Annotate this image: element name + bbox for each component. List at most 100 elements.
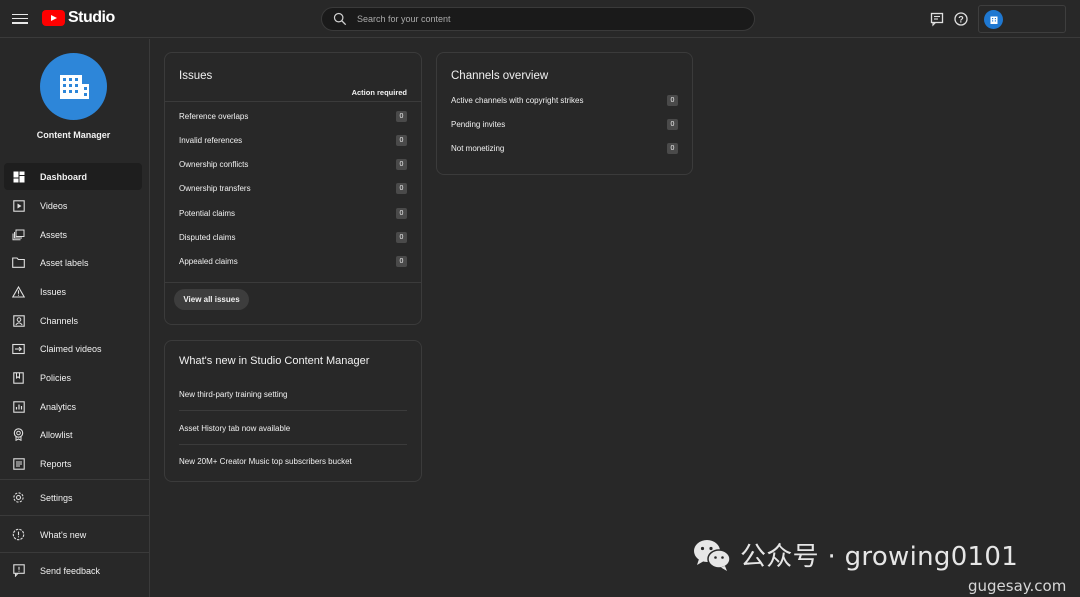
channel-row-pending-invites[interactable]: Pending invites 0 [451, 117, 678, 131]
channel-name: Content Manager [36, 130, 111, 140]
sidebar-item-label: Analytics [40, 401, 77, 412]
channel-stat-label: Not monetizing [451, 143, 505, 153]
count-badge: 0 [396, 110, 407, 122]
issue-row-reference-overlaps[interactable]: Reference overlaps 0 [179, 109, 407, 123]
channels-overview-title: Channels overview [451, 70, 549, 82]
issue-row-invalid-references[interactable]: Invalid references 0 [179, 133, 407, 147]
issue-row-potential-claims[interactable]: Potential claims 0 [179, 206, 407, 220]
badge-icon [12, 428, 25, 441]
sidebar-item-issues[interactable]: Issues [4, 278, 142, 305]
issues-title: Issues [179, 70, 213, 82]
sidebar-item-videos[interactable]: Videos [4, 192, 142, 219]
analytics-icon [12, 400, 25, 413]
news-item[interactable]: New third-party training setting [179, 378, 407, 411]
count-badge: 0 [396, 255, 407, 267]
sidebar: Content Manager Dashboard Videos Assets … [0, 39, 150, 597]
sidebar-item-analytics[interactable]: Analytics [4, 393, 142, 420]
sidebar-item-label: Claimed videos [40, 343, 102, 354]
sidebar-item-label: Videos [40, 200, 68, 211]
search-input[interactable] [357, 14, 737, 24]
count-badge: 0 [396, 231, 407, 243]
folder-icon [12, 256, 25, 269]
view-all-issues-button[interactable]: View all issues [174, 289, 249, 310]
channel-stat-label: Pending invites [451, 119, 506, 129]
sidebar-item-label: Issues [40, 286, 67, 297]
svg-text:?: ? [958, 14, 964, 24]
sidebar-item-channels[interactable]: Channels [4, 307, 142, 334]
channel-avatar[interactable] [40, 53, 107, 120]
news-item[interactable]: Asset History tab now available [179, 412, 407, 445]
sidebar-item-reports[interactable]: Reports [4, 450, 142, 477]
count-badge: 0 [667, 142, 678, 154]
send-feedback-icon [12, 564, 25, 577]
videos-icon [12, 199, 25, 212]
sidebar-item-assets[interactable]: Assets [4, 221, 142, 248]
issue-label: Potential claims [179, 208, 236, 218]
sidebar-item-label: Settings [40, 492, 73, 503]
sidebar-divider [0, 479, 149, 480]
issue-row-appealed-claims[interactable]: Appealed claims 0 [179, 254, 407, 268]
action-required-header: Action required [351, 88, 407, 97]
sidebar-item-send-feedback[interactable]: Send feedback [4, 557, 142, 584]
reports-icon [12, 457, 25, 470]
issue-row-ownership-transfers[interactable]: Ownership transfers 0 [179, 181, 407, 195]
sidebar-divider [0, 552, 149, 553]
count-badge: 0 [667, 94, 678, 106]
logo-text: Studio [68, 9, 115, 26]
channel-row-copyright-strikes[interactable]: Active channels with copyright strikes 0 [451, 93, 678, 107]
sidebar-item-label: Send feedback [40, 565, 101, 576]
sidebar-item-allowlist[interactable]: Allowlist [4, 421, 142, 448]
watermark: 公众号 · growing0101 [692, 536, 1018, 573]
watermark-text: 公众号 · growing0101 [740, 542, 1019, 572]
sidebar-item-label: Policies [40, 372, 72, 383]
channel-row-not-monetizing[interactable]: Not monetizing 0 [451, 141, 678, 155]
issue-label: Reference overlaps [179, 111, 249, 121]
studio-logo[interactable]: Studio [42, 9, 115, 27]
divider [165, 101, 421, 102]
whats-new-title: What's new in Studio Content Manager [179, 355, 370, 367]
issue-label: Disputed claims [179, 232, 236, 242]
claimed-icon [12, 342, 25, 355]
sidebar-item-label: Dashboard [40, 171, 88, 182]
sidebar-item-label: Allowlist [40, 429, 73, 440]
issue-row-disputed-claims[interactable]: Disputed claims 0 [179, 230, 407, 244]
sidebar-item-label: What's new [40, 529, 87, 540]
channel-stat-label: Active channels with copyright strikes [451, 95, 584, 105]
sidebar-item-asset-labels[interactable]: Asset labels [4, 249, 142, 276]
sidebar-divider [0, 515, 149, 516]
issue-label: Ownership conflicts [179, 159, 249, 169]
dashboard-icon [12, 170, 25, 183]
assets-icon [12, 228, 25, 241]
sidebar-item-label: Reports [40, 458, 72, 469]
whats-new-card: What's new in Studio Content Manager New… [164, 340, 422, 482]
menu-icon[interactable] [12, 11, 28, 27]
wechat-icon [694, 539, 731, 571]
divider [165, 282, 421, 283]
account-switcher[interactable] [978, 5, 1066, 33]
sidebar-item-label: Asset labels [40, 257, 89, 268]
feedback-icon[interactable] [929, 11, 945, 27]
sidebar-item-policies[interactable]: Policies [4, 364, 142, 391]
issue-row-ownership-conflicts[interactable]: Ownership conflicts 0 [179, 157, 407, 171]
policy-icon [12, 371, 25, 384]
sidebar-item-label: Assets [40, 229, 68, 240]
issue-label: Appealed claims [179, 256, 238, 266]
count-badge: 0 [667, 118, 678, 130]
search-icon[interactable] [333, 12, 347, 26]
count-badge: 0 [396, 134, 407, 146]
news-item[interactable]: New 20M+ Creator Music top subscribers b… [179, 445, 407, 478]
count-badge: 0 [396, 182, 407, 194]
count-badge: 0 [396, 158, 407, 170]
help-icon[interactable]: ? [953, 11, 969, 27]
watermark-domain: gugesay.com [968, 577, 1067, 595]
building-icon [59, 74, 89, 99]
search-bar[interactable] [321, 7, 755, 31]
sidebar-item-dashboard[interactable]: Dashboard [4, 163, 142, 190]
sidebar-item-claimed-videos[interactable]: Claimed videos [4, 335, 142, 362]
sidebar-item-label: Channels [40, 315, 79, 326]
issue-label: Ownership transfers [179, 183, 251, 193]
top-app-bar: Studio ? [0, 0, 1080, 38]
sidebar-item-settings[interactable]: Settings [4, 484, 142, 511]
youtube-logo-icon [42, 10, 65, 26]
sidebar-item-whats-new[interactable]: What's new [4, 521, 142, 548]
